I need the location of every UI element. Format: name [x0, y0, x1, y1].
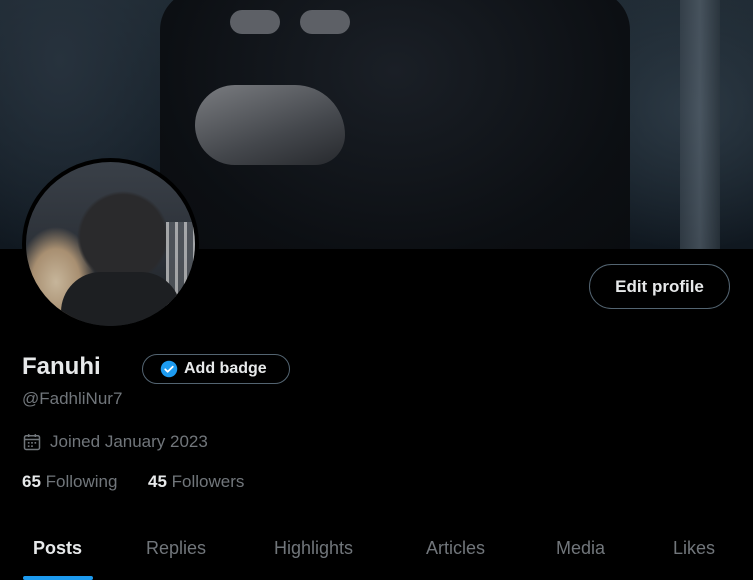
display-name: Fanuhi — [22, 353, 101, 380]
banner-pillar — [680, 0, 720, 249]
tab-replies[interactable]: Replies — [146, 538, 206, 559]
tab-articles[interactable]: Articles — [426, 538, 485, 559]
tab-posts[interactable]: Posts — [33, 538, 82, 559]
banner-hands — [195, 85, 345, 165]
followers-label: Followers — [171, 472, 245, 491]
followers-link[interactable]: 45 Followers — [148, 472, 244, 492]
active-tab-indicator — [23, 576, 93, 580]
followers-count: 45 — [148, 472, 167, 491]
profile-tabs: Posts Replies Highlights Articles Media … — [0, 520, 753, 580]
avatar-shirt — [61, 272, 181, 326]
user-handle: @FadhliNur7 — [22, 389, 123, 408]
banner-ornament — [300, 10, 350, 34]
add-badge-label: Add badge — [184, 360, 267, 377]
add-badge-button[interactable]: Add badge — [142, 354, 290, 384]
following-link[interactable]: 65 Following — [22, 472, 117, 492]
following-label: Following — [45, 472, 118, 491]
tab-likes[interactable]: Likes — [673, 538, 715, 559]
avatar[interactable] — [22, 158, 199, 330]
tab-media[interactable]: Media — [556, 538, 605, 559]
following-count: 65 — [22, 472, 41, 491]
edit-profile-button[interactable]: Edit profile — [589, 264, 730, 309]
verified-check-icon — [160, 360, 178, 378]
calendar-icon — [23, 434, 41, 451]
joined-date: Joined January 2023 — [22, 432, 208, 452]
joined-text: Joined January 2023 — [50, 432, 208, 451]
banner-ornament — [230, 10, 280, 34]
tab-highlights[interactable]: Highlights — [274, 538, 353, 559]
